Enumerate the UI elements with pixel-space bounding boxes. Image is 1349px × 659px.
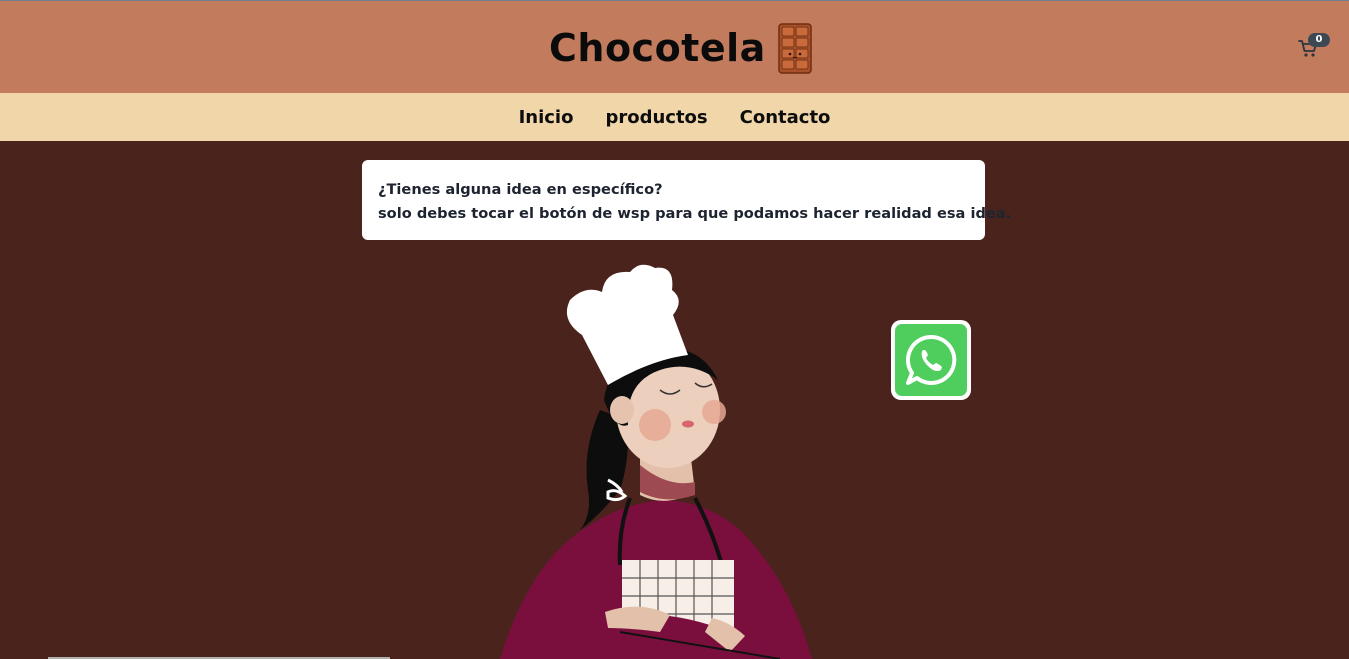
info-message-line-2: solo debes tocar el botón de wsp para qu… — [378, 205, 1012, 222]
info-message-line-1: ¿Tienes alguna idea en específico? — [378, 181, 663, 198]
main-nav: Inicio productos Contacto — [0, 93, 1349, 141]
nav-link-inicio[interactable]: Inicio — [519, 107, 574, 128]
whatsapp-icon — [906, 334, 957, 385]
nav-link-contacto[interactable]: Contacto — [740, 107, 831, 128]
cart-button[interactable]: 0 — [1296, 33, 1332, 61]
site-header: Chocotela 0 — [0, 0, 1349, 93]
brand[interactable]: Chocotela — [549, 21, 812, 75]
brand-title: Chocotela — [549, 26, 766, 70]
chocolate-bar-icon — [778, 22, 812, 74]
chef-illustration — [500, 264, 812, 659]
cart-count-badge: 0 — [1308, 33, 1330, 47]
nav-link-productos[interactable]: productos — [605, 107, 707, 128]
info-message-box: ¿Tienes alguna idea en específico? solo … — [362, 160, 1012, 240]
whatsapp-button-background — [895, 324, 967, 396]
whatsapp-button[interactable] — [891, 320, 971, 400]
